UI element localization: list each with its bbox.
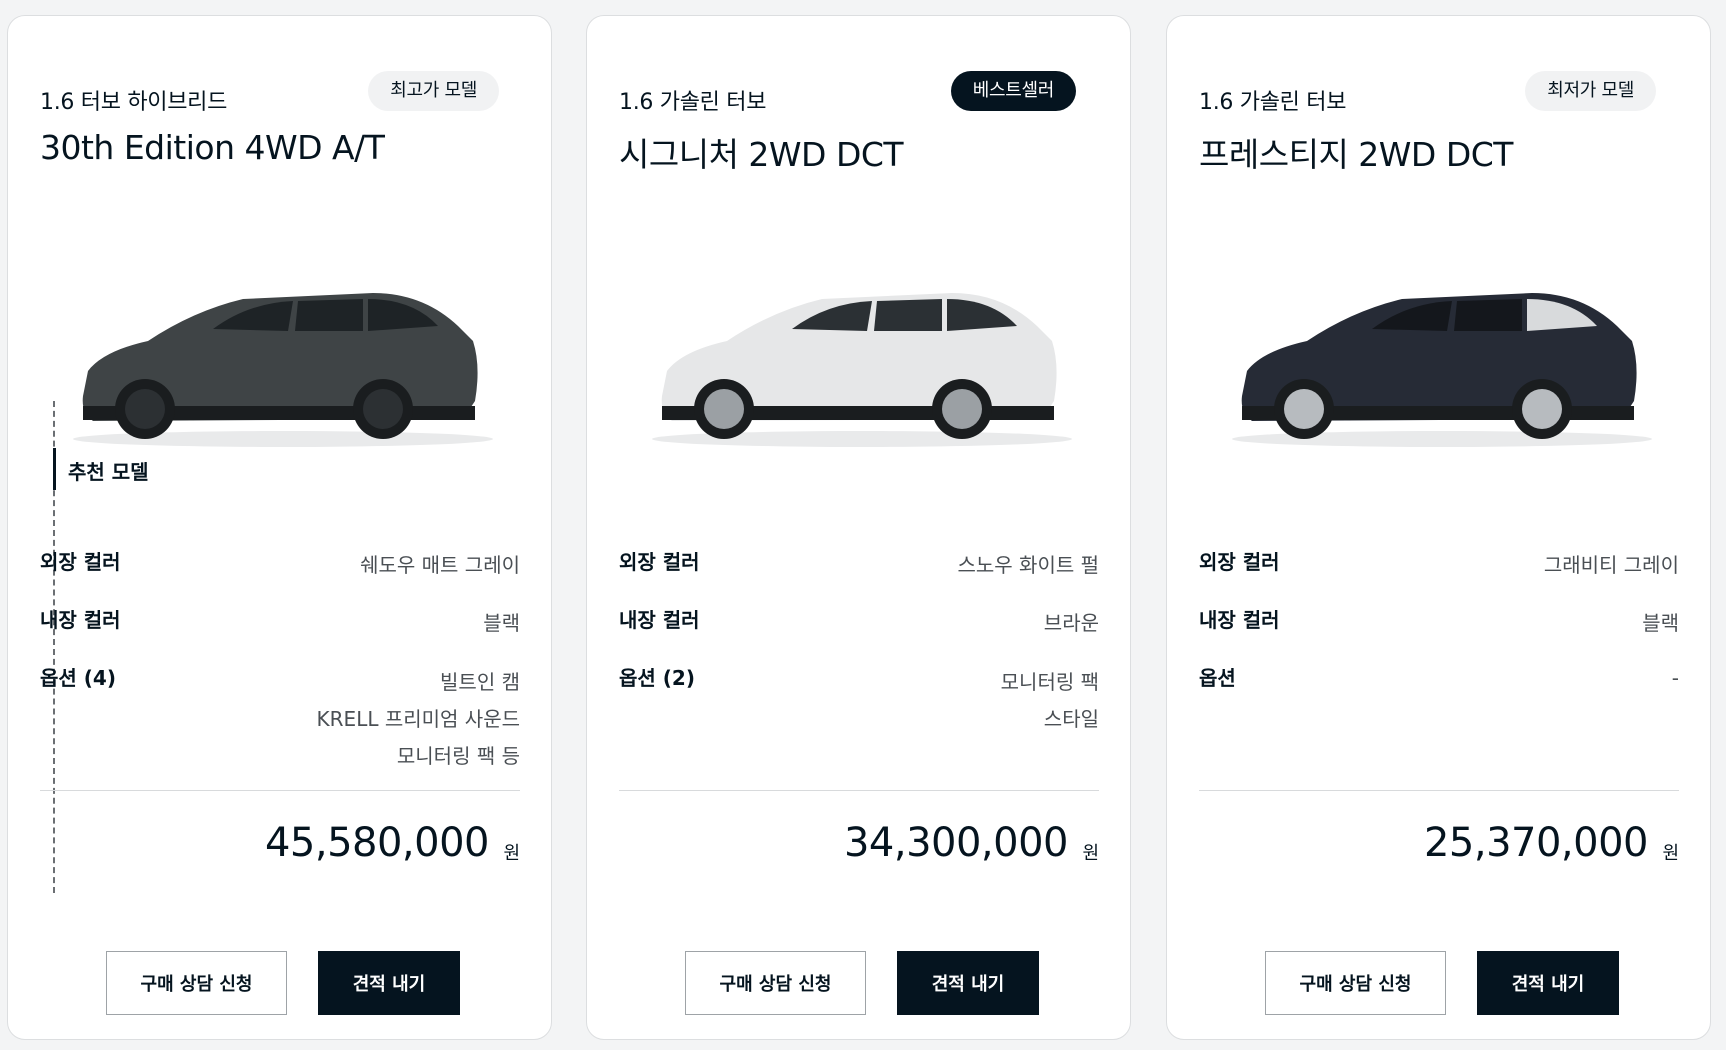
trim-label: 1.6 터보 하이브리드 xyxy=(40,90,228,115)
option-item: 스타일 xyxy=(1043,707,1099,731)
interior-color-label: 내장 컬러 xyxy=(619,608,700,632)
options-label: 옵션 (4) xyxy=(40,666,116,690)
option-item: 모니터링 팩 등 xyxy=(396,744,520,768)
price-badge: 최저가 모델 xyxy=(1525,71,1656,111)
exterior-color-label: 외장 컬러 xyxy=(619,550,700,574)
divider xyxy=(619,790,1099,791)
price-badge: 최고가 모델 xyxy=(368,71,499,111)
consult-button[interactable]: 구매 상담 신청 xyxy=(106,951,287,1015)
price-value: 25,370,000 xyxy=(1423,820,1649,866)
options-label: 옵션 (2) xyxy=(619,666,695,690)
price-value: 45,580,000 xyxy=(264,820,490,866)
model-name: 시그니처 2WD DCT xyxy=(619,135,904,174)
option-item: 빌트인 캠 xyxy=(440,670,520,694)
option-item: KRELL 프리미엄 사운드 xyxy=(316,707,520,731)
divider xyxy=(40,790,520,791)
interior-color-value: 블랙 xyxy=(1642,611,1679,635)
option-item: - xyxy=(1671,666,1679,690)
trim-label: 1.6 가솔린 터보 xyxy=(1199,90,1347,115)
car-image xyxy=(1232,293,1652,447)
quote-button[interactable]: 견적 내기 xyxy=(897,951,1039,1015)
car-image xyxy=(652,293,1072,447)
model-card: 1.6 가솔린 터보 시그니처 2WD DCT 베스트셀러 외장 컬러 스노우 … xyxy=(586,15,1131,1040)
model-name: 30th Edition 4WD A/T xyxy=(40,128,385,167)
bestseller-badge: 베스트셀러 xyxy=(950,71,1076,111)
model-card: 1.6 터보 하이브리드 30th Edition 4WD A/T 최고가 모델… xyxy=(7,15,552,1040)
interior-color-value: 브라운 xyxy=(1043,611,1099,635)
model-name: 프레스티지 2WD DCT xyxy=(1199,135,1513,174)
currency-label: 원 xyxy=(503,843,520,864)
currency-label: 원 xyxy=(1662,843,1679,864)
exterior-color-value: 스노우 화이트 펄 xyxy=(957,553,1099,577)
options-label: 옵션 xyxy=(1199,666,1236,690)
interior-color-label: 내장 컬러 xyxy=(1199,608,1280,632)
exterior-color-label: 외장 컬러 xyxy=(40,550,121,574)
exterior-color-value: 쉐도우 매트 그레이 xyxy=(360,553,520,577)
divider xyxy=(1199,790,1679,791)
quote-button[interactable]: 견적 내기 xyxy=(318,951,460,1015)
car-image xyxy=(73,293,493,447)
exterior-color-value: 그래비티 그레이 xyxy=(1543,553,1679,577)
interior-color-value: 블랙 xyxy=(483,611,520,635)
model-card: 1.6 가솔린 터보 프레스티지 2WD DCT 최저가 모델 외장 컬러 그래… xyxy=(1166,15,1711,1040)
currency-label: 원 xyxy=(1082,843,1099,864)
option-item: 모니터링 팩 xyxy=(1000,670,1099,694)
recommend-label: 추천 모델 xyxy=(68,460,149,484)
price-value: 34,300,000 xyxy=(843,820,1069,866)
interior-color-label: 내장 컬러 xyxy=(40,608,121,632)
consult-button[interactable]: 구매 상담 신청 xyxy=(1265,951,1446,1015)
recommend-marker xyxy=(53,448,56,490)
exterior-color-label: 외장 컬러 xyxy=(1199,550,1280,574)
quote-button[interactable]: 견적 내기 xyxy=(1477,951,1619,1015)
consult-button[interactable]: 구매 상담 신청 xyxy=(685,951,866,1015)
trim-label: 1.6 가솔린 터보 xyxy=(619,90,767,115)
